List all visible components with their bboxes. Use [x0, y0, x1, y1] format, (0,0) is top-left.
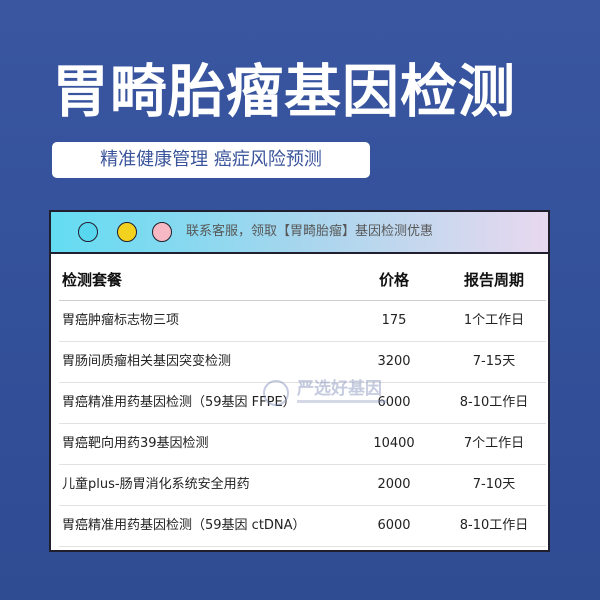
row-price: 10400 — [373, 436, 415, 451]
row-price: 3200 — [377, 354, 411, 369]
row-period: 7-10天 — [472, 477, 516, 492]
row-package: 胃肠间质瘤相关基因突变检测 — [62, 354, 232, 369]
row-package: 胃癌精准用药基因检测（59基因 ctDNA） — [62, 518, 306, 533]
table-header-row: 检测套餐 价格 报告周期 — [59, 260, 546, 301]
table-row: 胃癌肿瘤标志物三项 175 1个工作日 — [59, 301, 546, 342]
watermark-underline — [297, 400, 387, 403]
table-row: 胃癌精准用药基因检测（59基因 ctDNA） 6000 8-10工作日 — [59, 506, 546, 547]
header-package: 检测套餐 — [62, 271, 123, 289]
header-price: 价格 — [378, 271, 409, 289]
row-price: 6000 — [377, 518, 411, 533]
row-package: 儿童plus-肠胃消化系统安全用药 — [62, 477, 250, 492]
cyan-dot-icon — [78, 222, 98, 242]
row-package: 胃癌精准用药基因检测（59基因 FFPE） — [62, 395, 296, 410]
contact-promo-text: 联系客服，领取【胃畸胎瘤】基因检测优惠 — [186, 224, 434, 239]
table-row: 儿童plus-肠胃消化系统安全用药 2000 7-10天 — [59, 465, 546, 506]
page-headline: 胃畸胎瘤基因检测 — [52, 59, 516, 125]
package-card: 联系客服，领取【胃畸胎瘤】基因检测优惠 检测套餐 价格 报告周期 胃癌肿瘤标志物… — [49, 210, 550, 552]
watermark-text: 严选好基因 — [297, 379, 382, 399]
row-period: 7-15天 — [472, 354, 516, 369]
subtitle-banner: 精准健康管理 癌症风险预测 — [52, 142, 370, 178]
table-row: 胃肠间质瘤相关基因突变检测 3200 7-15天 — [59, 342, 546, 383]
row-period: 1个工作日 — [463, 313, 525, 328]
row-period: 8-10工作日 — [459, 395, 529, 410]
row-price: 2000 — [377, 477, 411, 492]
row-package: 胃癌肿瘤标志物三项 — [62, 313, 180, 328]
yellow-dot-icon — [117, 222, 137, 242]
row-package: 胃癌靶向用药39基因检测 — [62, 436, 209, 451]
watermark-logo-icon — [263, 380, 289, 406]
table-row: 胃癌靶向用药39基因检测 10400 7个工作日 — [59, 424, 546, 465]
row-period: 7个工作日 — [463, 436, 525, 451]
brand-watermark: 严选好基因 — [263, 378, 393, 412]
row-price: 175 — [381, 313, 407, 328]
header-period: 报告周期 — [463, 271, 524, 289]
card-title-bar: 联系客服，领取【胃畸胎瘤】基因检测优惠 — [51, 212, 548, 254]
pink-dot-icon — [152, 222, 172, 242]
row-period: 8-10工作日 — [459, 518, 529, 533]
